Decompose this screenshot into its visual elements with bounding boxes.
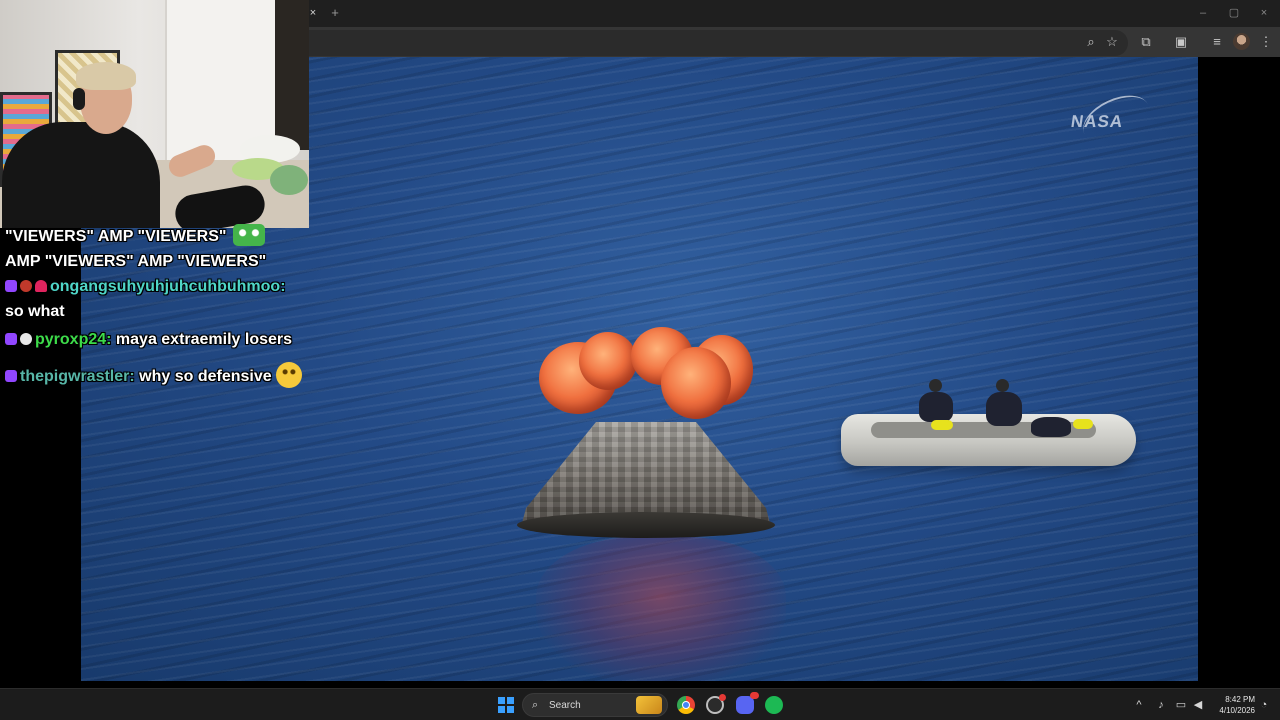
volume-icon[interactable]: ◀ <box>1190 697 1206 713</box>
cast-icon[interactable]: ▣ <box>1171 32 1191 52</box>
chat-username[interactable]: thepigwrastler: <box>20 368 135 385</box>
taskbar-clock[interactable]: 8:42 PM 4/10/2026 <box>1207 694 1255 716</box>
system-monitor-icon[interactable] <box>706 694 726 714</box>
new-tab-button[interactable]: + <box>328 4 342 22</box>
clock-date: 4/10/2026 <box>1219 706 1255 715</box>
chat-text: why so defensive <box>134 368 272 385</box>
minimize-button[interactable]: – <box>1188 4 1218 22</box>
yellow-float <box>931 420 953 430</box>
orion-capsule <box>517 412 775 538</box>
streamer-hair <box>76 62 136 90</box>
chat-message: "VIEWERS" AMP "VIEWERS" <box>5 224 267 246</box>
capsule-reflection <box>536 537 786 681</box>
profile-avatar[interactable] <box>1233 33 1250 50</box>
webcam-overlay <box>0 0 309 228</box>
prime-badge-icon <box>5 280 17 292</box>
prime-badge-icon <box>5 333 17 345</box>
chrome-icon[interactable] <box>677 696 695 714</box>
yellow-float <box>1073 419 1093 429</box>
chat-text: "VIEWERS" AMP "VIEWERS" <box>5 228 231 245</box>
windows-taskbar: ⌕ Search ^ ♪ ▭ ◀ 8:42 PM 4/10/2026 ◔ <box>0 688 1280 720</box>
search-highlight-icon <box>636 696 662 714</box>
streamer-body <box>2 122 160 228</box>
capsule-heat-shield <box>517 512 775 538</box>
emote-icon <box>232 224 265 246</box>
menu-icon[interactable]: ⋮ <box>1256 32 1276 52</box>
devil-badge-icon <box>20 280 32 292</box>
search-icon: ⌕ <box>532 699 539 711</box>
nasa-watermark: NASA <box>1069 112 1125 131</box>
chat-message: so what <box>5 303 65 321</box>
uprighting-bag <box>661 347 731 419</box>
chat-message: ongangsuhyuhjuhcuhbuhmoo: <box>5 278 286 296</box>
chat-message: pyroxp24: maya extraemily losers <box>5 331 292 349</box>
clock-time: 8:42 PM <box>1225 695 1255 704</box>
discord-icon[interactable] <box>736 692 759 714</box>
tray-chevron-icon[interactable]: ^ <box>1131 697 1147 713</box>
network-icon[interactable]: ▭ <box>1173 697 1189 713</box>
thinking-emote-icon <box>275 362 302 388</box>
recovery-diver <box>1031 417 1071 437</box>
chat-text: maya extraemily losers <box>111 331 293 348</box>
spotify-icon[interactable] <box>765 696 783 714</box>
recovery-diver <box>919 392 953 422</box>
chat-text: so what <box>5 303 65 320</box>
taskbar-search[interactable]: ⌕ Search <box>522 693 668 717</box>
extensions-icon[interactable]: ⧉ <box>1136 32 1156 52</box>
heart-badge-icon <box>35 280 47 292</box>
chat-text: AMP "VIEWERS" AMP "VIEWERS" <box>5 253 267 270</box>
chat-username[interactable]: pyroxp24: <box>35 331 111 348</box>
desktop-screen: × + – ▢ × ⌕ ☆ ⧉ ▣ ≡ ⋮ NASA "VIEWERS" AMP… <box>0 0 1280 720</box>
prime-badge-icon <box>5 370 17 382</box>
diver-head <box>996 379 1009 392</box>
plush-toy <box>270 165 308 195</box>
start-button[interactable] <box>498 697 514 713</box>
recovery-diver <box>986 392 1022 426</box>
reading-list-icon[interactable]: ≡ <box>1207 32 1227 52</box>
chat-message: thepigwrastler: why so defensive <box>5 362 302 388</box>
bookmark-star-icon[interactable]: ☆ <box>1102 32 1122 52</box>
chat-message: AMP "VIEWERS" AMP "VIEWERS" <box>5 253 266 271</box>
close-window-button[interactable]: × <box>1249 4 1279 22</box>
headset <box>73 88 85 110</box>
notification-bell-icon[interactable]: ◔ <box>1256 697 1272 713</box>
plus-badge-icon <box>20 333 32 345</box>
webcam-doorway <box>275 0 309 150</box>
search-placeholder: Search <box>549 700 581 711</box>
diver-head <box>929 379 942 392</box>
maximize-button[interactable]: ▢ <box>1219 4 1249 22</box>
zoom-icon[interactable]: ⌕ <box>1081 32 1101 52</box>
chat-username[interactable]: ongangsuhyuhjuhcuhbuhmoo: <box>50 278 286 295</box>
uprighting-bag <box>579 332 637 390</box>
microphone-icon[interactable]: ♪ <box>1153 697 1169 713</box>
